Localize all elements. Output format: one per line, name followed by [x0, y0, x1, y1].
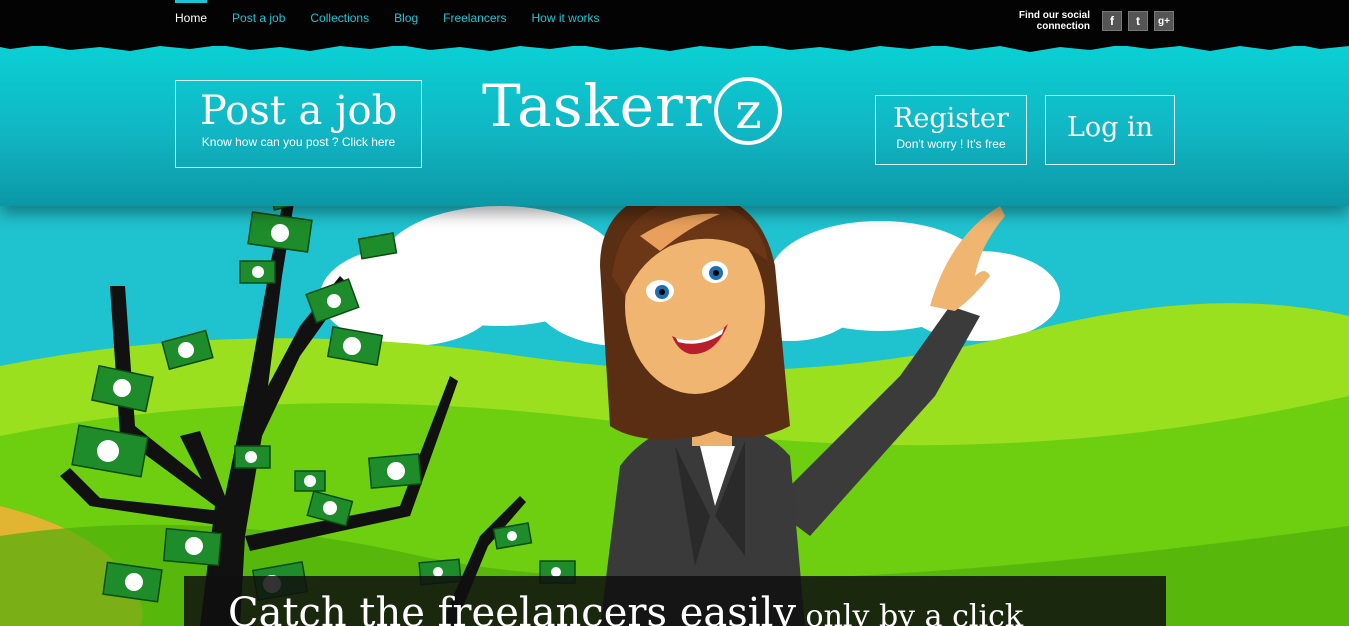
tagline-text: Catch the freelancers easily only by a c… [228, 590, 1023, 626]
nav-collections[interactable]: Collections [310, 0, 369, 34]
nav-blog[interactable]: Blog [394, 0, 418, 34]
hero-illustration [0, 206, 1349, 626]
post-job-button[interactable]: Post a job Know how can you post ? Click… [175, 80, 422, 168]
site-header: Post a job Know how can you post ? Click… [0, 46, 1349, 206]
post-job-subtitle: Know how can you post ? Click here [201, 135, 396, 149]
social-links: Find our social connection f t g+ [1000, 10, 1174, 32]
tagline-main: Catch the freelancers easily [228, 590, 796, 626]
logo-text: Taskerr [482, 72, 713, 140]
register-button[interactable]: Register Don't worry ! It's free [875, 95, 1027, 165]
nav-home[interactable]: Home [175, 0, 208, 34]
nav-post-a-job[interactable]: Post a job [232, 0, 285, 34]
post-job-title: Post a job [199, 88, 398, 134]
register-subtitle: Don't worry ! It's free [896, 137, 1006, 151]
top-navbar: Home Post a job Collections Blog Freelan… [0, 0, 1349, 46]
nav-how-it-works[interactable]: How it works [531, 0, 599, 34]
nav-freelancers[interactable]: Freelancers [443, 0, 506, 34]
facebook-icon[interactable]: f [1102, 11, 1122, 31]
tagline-banner: Catch the freelancers easily only by a c… [184, 576, 1166, 626]
social-label: Find our social connection [1018, 10, 1090, 32]
google-plus-icon[interactable]: g+ [1154, 11, 1174, 31]
main-nav: Home Post a job Collections Blog Freelan… [175, 0, 625, 34]
register-title: Register [893, 103, 1009, 134]
logo-badge: z [714, 77, 783, 145]
hero-scene [0, 206, 1349, 626]
site-logo[interactable]: Taskerr z [482, 72, 783, 145]
twitter-icon[interactable]: t [1128, 11, 1148, 31]
login-button[interactable]: Log in [1045, 95, 1175, 165]
tagline-sub: only by a click [795, 599, 1024, 626]
login-title: Log in [1066, 112, 1154, 143]
